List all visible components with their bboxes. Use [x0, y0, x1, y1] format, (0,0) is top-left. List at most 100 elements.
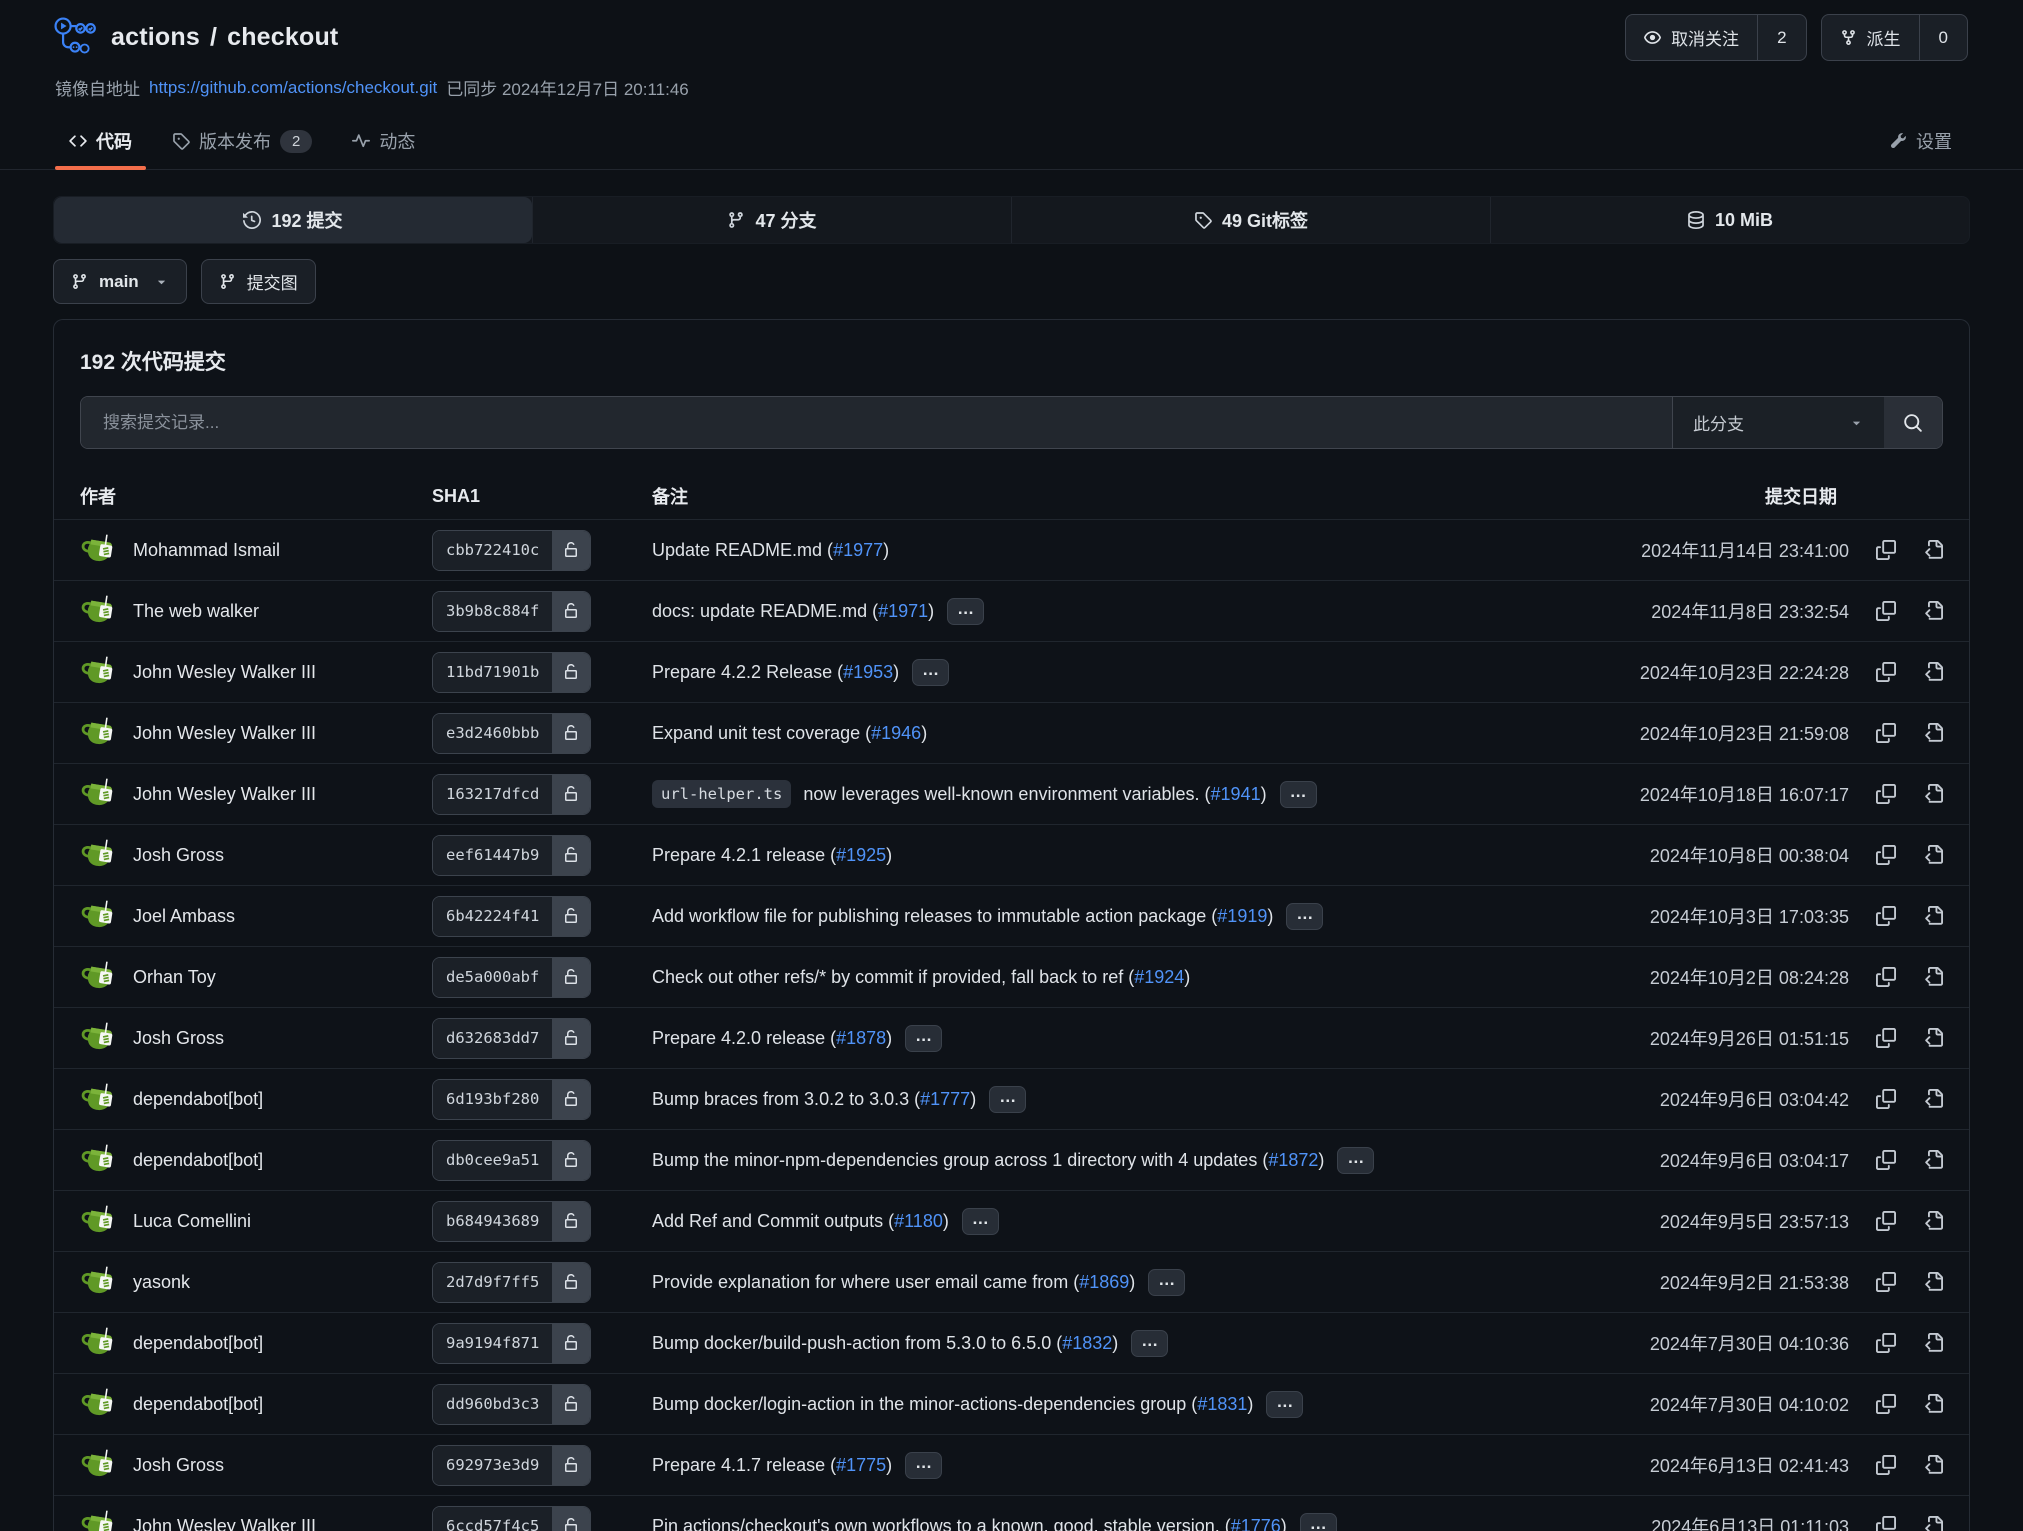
owner-link[interactable]: actions: [111, 23, 200, 52]
pr-link[interactable]: #1925: [836, 845, 886, 866]
copy-sha-button[interactable]: [1876, 540, 1896, 560]
watch-count[interactable]: 2: [1757, 15, 1805, 60]
commit-author-cell[interactable]: The web walker: [80, 592, 432, 630]
browse-source-button[interactable]: [1923, 906, 1943, 926]
commit-sha-chip[interactable]: eef61447b9: [432, 835, 591, 876]
stat-tags[interactable]: 49 Git标签: [1011, 197, 1490, 243]
expand-commit-body-button[interactable]: …: [1280, 781, 1317, 808]
browse-source-button[interactable]: [1923, 1455, 1943, 1475]
repo-link[interactable]: checkout: [227, 23, 338, 52]
pr-link[interactable]: #1971: [878, 601, 928, 622]
browse-source-button[interactable]: [1923, 1333, 1943, 1353]
expand-commit-body-button[interactable]: …: [1337, 1147, 1374, 1174]
commit-author-cell[interactable]: dependabot[bot]: [80, 1080, 432, 1118]
commit-author-cell[interactable]: Josh Gross: [80, 1019, 432, 1057]
pr-link[interactable]: #1924: [1134, 967, 1184, 988]
browse-source-button[interactable]: [1923, 967, 1943, 987]
branch-selector[interactable]: main: [53, 259, 187, 304]
copy-sha-button[interactable]: [1876, 845, 1896, 865]
browse-source-button[interactable]: [1923, 1516, 1943, 1531]
pr-link[interactable]: #1919: [1217, 906, 1267, 927]
commit-sha-chip[interactable]: 6b42224f41: [432, 896, 591, 937]
browse-source-button[interactable]: [1923, 723, 1943, 743]
commit-sha-chip[interactable]: 163217dfcd: [432, 774, 591, 815]
commit-author-cell[interactable]: Luca Comellini: [80, 1202, 432, 1240]
browse-source-button[interactable]: [1923, 540, 1943, 560]
pr-link[interactable]: #1953: [843, 662, 893, 683]
copy-sha-button[interactable]: [1876, 723, 1896, 743]
expand-commit-body-button[interactable]: …: [962, 1208, 999, 1235]
commit-author-cell[interactable]: John Wesley Walker III: [80, 1507, 432, 1531]
pr-link[interactable]: #1832: [1062, 1333, 1112, 1354]
pr-link[interactable]: #1775: [836, 1455, 886, 1476]
commit-sha-chip[interactable]: dd960bd3c3: [432, 1384, 591, 1425]
expand-commit-body-button[interactable]: …: [912, 659, 949, 686]
commit-sha-chip[interactable]: 2d7d9f7ff5: [432, 1262, 591, 1303]
pr-link[interactable]: #1878: [836, 1028, 886, 1049]
copy-sha-button[interactable]: [1876, 967, 1896, 987]
expand-commit-body-button[interactable]: …: [905, 1452, 942, 1479]
browse-source-button[interactable]: [1923, 662, 1943, 682]
copy-sha-button[interactable]: [1876, 1333, 1896, 1353]
expand-commit-body-button[interactable]: …: [1300, 1513, 1337, 1531]
stat-commits[interactable]: 192 提交: [54, 197, 532, 243]
browse-source-button[interactable]: [1923, 601, 1943, 621]
pr-link[interactable]: #1977: [833, 540, 883, 561]
pr-link[interactable]: #1946: [871, 723, 921, 744]
copy-sha-button[interactable]: [1876, 1028, 1896, 1048]
fork-button[interactable]: 派生 0: [1821, 14, 1968, 61]
stat-branches[interactable]: 47 分支: [532, 197, 1011, 243]
tab-releases[interactable]: 版本发布 2: [156, 118, 328, 169]
pr-link[interactable]: #1777: [920, 1089, 970, 1110]
pr-link[interactable]: #1831: [1197, 1394, 1247, 1415]
commit-author-cell[interactable]: John Wesley Walker III: [80, 653, 432, 691]
copy-sha-button[interactable]: [1876, 662, 1896, 682]
tab-settings[interactable]: 设置: [1873, 118, 1968, 169]
copy-sha-button[interactable]: [1876, 1272, 1896, 1292]
commit-sha-chip[interactable]: 11bd71901b: [432, 652, 591, 693]
org-avatar-actions-logo[interactable]: [53, 16, 97, 60]
branch-scope-select[interactable]: 此分支: [1672, 397, 1884, 448]
watch-button[interactable]: 取消关注 2: [1625, 14, 1806, 61]
commit-sha-chip[interactable]: 3b9b8c884f: [432, 591, 591, 632]
commit-sha-chip[interactable]: de5a000abf: [432, 957, 591, 998]
pr-link[interactable]: #1180: [894, 1211, 943, 1232]
copy-sha-button[interactable]: [1876, 1150, 1896, 1170]
commit-sha-chip[interactable]: 9a9194f871: [432, 1323, 591, 1364]
copy-sha-button[interactable]: [1876, 784, 1896, 804]
browse-source-button[interactable]: [1923, 845, 1943, 865]
expand-commit-body-button[interactable]: …: [1266, 1391, 1303, 1418]
mirror-url-link[interactable]: https://github.com/actions/checkout.git: [149, 78, 437, 98]
commit-sha-chip[interactable]: e3d2460bbb: [432, 713, 591, 754]
commit-graph-button[interactable]: 提交图: [201, 259, 316, 304]
copy-sha-button[interactable]: [1876, 1455, 1896, 1475]
expand-commit-body-button[interactable]: …: [947, 598, 984, 625]
expand-commit-body-button[interactable]: …: [1131, 1330, 1168, 1357]
browse-source-button[interactable]: [1923, 1089, 1943, 1109]
copy-sha-button[interactable]: [1876, 906, 1896, 926]
pr-link[interactable]: #1941: [1211, 784, 1261, 805]
copy-sha-button[interactable]: [1876, 1394, 1896, 1414]
commit-author-cell[interactable]: John Wesley Walker III: [80, 714, 432, 752]
commit-sha-chip[interactable]: cbb722410c: [432, 530, 591, 571]
commit-author-cell[interactable]: Orhan Toy: [80, 958, 432, 996]
commit-author-cell[interactable]: dependabot[bot]: [80, 1324, 432, 1362]
commit-author-cell[interactable]: yasonk: [80, 1263, 432, 1301]
browse-source-button[interactable]: [1923, 1394, 1943, 1414]
stat-size[interactable]: 10 MiB: [1490, 197, 1969, 243]
commit-author-cell[interactable]: Joel Ambass: [80, 897, 432, 935]
pr-link[interactable]: #1872: [1268, 1150, 1318, 1171]
commit-author-cell[interactable]: Josh Gross: [80, 836, 432, 874]
pr-link[interactable]: #1869: [1079, 1272, 1129, 1293]
commit-sha-chip[interactable]: 6ccd57f4c5: [432, 1506, 591, 1531]
browse-source-button[interactable]: [1923, 784, 1943, 804]
expand-commit-body-button[interactable]: …: [1286, 903, 1323, 930]
commit-sha-chip[interactable]: d632683dd7: [432, 1018, 591, 1059]
search-input[interactable]: [81, 397, 1672, 448]
expand-commit-body-button[interactable]: …: [1148, 1269, 1185, 1296]
copy-sha-button[interactable]: [1876, 601, 1896, 621]
commit-author-cell[interactable]: dependabot[bot]: [80, 1385, 432, 1423]
copy-sha-button[interactable]: [1876, 1089, 1896, 1109]
commit-sha-chip[interactable]: 692973e3d9: [432, 1445, 591, 1486]
commit-author-cell[interactable]: Josh Gross: [80, 1446, 432, 1484]
